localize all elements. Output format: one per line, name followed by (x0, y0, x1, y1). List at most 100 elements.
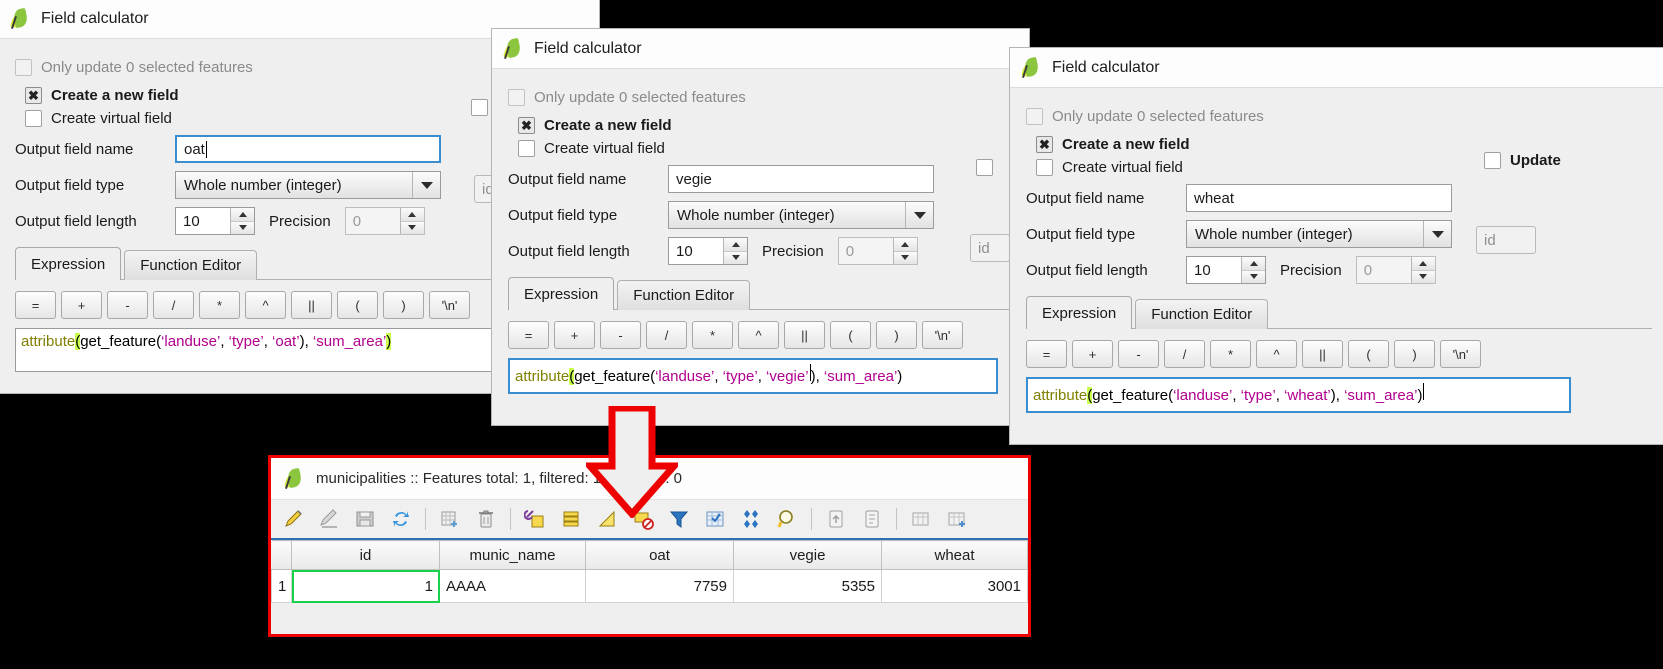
chevron-down-icon[interactable] (905, 202, 933, 228)
output-field-length-stepper[interactable]: 10 (668, 237, 748, 265)
stepper-down-icon[interactable] (231, 221, 254, 234)
output-field-length-stepper[interactable]: 10 (175, 207, 255, 235)
tab-function-editor[interactable]: Function Editor (124, 250, 258, 280)
existing-field-select[interactable]: id (1476, 226, 1536, 254)
operator-button-minus[interactable]: - (600, 321, 641, 349)
cell-oat[interactable]: 7759 (585, 569, 734, 603)
output-field-type-select[interactable]: Whole number (integer) (1186, 220, 1452, 248)
add-feature-icon[interactable] (434, 504, 466, 534)
operator-button-plus[interactable]: + (61, 291, 102, 319)
operator-button-divide[interactable]: / (1164, 340, 1205, 368)
tab-expression[interactable]: Expression (15, 247, 122, 280)
organize-columns-icon[interactable] (941, 504, 973, 534)
table-row[interactable]: 1 1 AAAA 7759 5355 3001 (271, 569, 1028, 603)
operator-button-open-paren[interactable]: ( (337, 291, 378, 319)
zoom-to-selection-icon[interactable] (771, 504, 803, 534)
move-selection-to-top-icon[interactable] (820, 504, 852, 534)
only-update-selected-row[interactable]: Only update 0 selected features (1026, 108, 1652, 125)
operator-button-minus[interactable]: - (1118, 340, 1159, 368)
operator-button-close-paren[interactable]: ) (876, 321, 917, 349)
field-calculator-dialog-wheat[interactable]: Field calculator Only update 0 selected … (1009, 47, 1663, 445)
delete-selected-icon[interactable] (470, 504, 502, 534)
stepper-up-icon[interactable] (724, 238, 747, 252)
create-virtual-field-checkbox[interactable] (25, 110, 42, 127)
operator-button-open-paren[interactable]: ( (1348, 340, 1389, 368)
operator-button-plus[interactable]: + (554, 321, 595, 349)
operator-button-newline[interactable]: '\n' (429, 291, 470, 319)
delete-field-column-icon[interactable] (905, 504, 937, 534)
precision-stepper[interactable]: 0 (1355, 256, 1436, 284)
cell-munic-name[interactable]: AAAA (439, 569, 586, 603)
operator-button-power[interactable]: ^ (738, 321, 779, 349)
output-field-type-select[interactable]: Whole number (integer) (668, 201, 934, 229)
stepper-up-icon[interactable] (893, 238, 917, 252)
select-all-icon[interactable] (699, 504, 731, 534)
field-calculator-dialog-vegie[interactable]: Field calculator Only update 0 selected … (491, 28, 1030, 426)
cell-vegie[interactable]: 5355 (733, 569, 882, 603)
stepper-buttons[interactable] (230, 208, 254, 234)
operator-button-eq[interactable]: = (15, 291, 56, 319)
invert-selection-icon[interactable] (735, 504, 767, 534)
output-field-type-select[interactable]: Whole number (integer) (175, 171, 441, 199)
operator-button-eq[interactable]: = (1026, 340, 1067, 368)
stepper-down-icon[interactable] (1242, 270, 1265, 283)
operator-button-eq[interactable]: = (508, 321, 549, 349)
output-field-name-input[interactable]: oat (175, 135, 441, 163)
operator-button-multiply[interactable]: * (692, 321, 733, 349)
new-field-icon[interactable] (856, 504, 888, 534)
tab-expression[interactable]: Expression (1026, 296, 1133, 329)
stepper-buttons[interactable] (892, 238, 917, 264)
column-header-munic-name[interactable]: munic_name (439, 540, 586, 570)
only-update-selected-row[interactable]: Only update 0 selected features (508, 89, 1013, 106)
create-new-field-row[interactable]: ✖ Create a new field (1036, 136, 1652, 153)
operator-button-divide[interactable]: / (646, 321, 687, 349)
operator-button-newline[interactable]: '\n' (1440, 340, 1481, 368)
create-virtual-field-checkbox[interactable] (1036, 159, 1053, 176)
operator-button-concat[interactable]: || (784, 321, 825, 349)
operator-button-power[interactable]: ^ (1256, 340, 1297, 368)
create-new-field-checkbox[interactable]: ✖ (1036, 136, 1053, 153)
stepper-up-icon[interactable] (400, 208, 424, 222)
toggle-editing-pencil-icon[interactable] (277, 504, 309, 534)
expression-editor[interactable]: attribute(get_feature(‘landuse’, ‘type’,… (508, 358, 998, 394)
chevron-down-icon[interactable] (1423, 221, 1451, 247)
reload-table-icon[interactable] (385, 504, 417, 534)
operator-button-multiply[interactable]: * (1210, 340, 1251, 368)
existing-field-select[interactable]: id (970, 234, 1010, 262)
output-field-name-input[interactable]: vegie (668, 165, 934, 193)
update-existing-field-checkbox[interactable] (976, 159, 993, 176)
stepper-buttons[interactable] (1410, 257, 1435, 283)
chevron-down-icon[interactable] (412, 172, 440, 198)
attribute-table[interactable]: id munic_name oat vegie wheat 1 1 AAAA 7… (271, 540, 1028, 603)
stepper-down-icon[interactable] (1411, 270, 1435, 283)
create-new-field-checkbox[interactable]: ✖ (25, 87, 42, 104)
create-virtual-field-row[interactable]: Create virtual field (518, 140, 1013, 157)
operator-button-open-paren[interactable]: ( (830, 321, 871, 349)
output-field-length-stepper[interactable]: 10 (1186, 256, 1266, 284)
operator-button-concat[interactable]: || (1302, 340, 1343, 368)
save-layer-edits-icon[interactable] (349, 504, 381, 534)
operator-button-divide[interactable]: / (153, 291, 194, 319)
column-header-wheat[interactable]: wheat (881, 540, 1028, 570)
cut-features-icon[interactable] (519, 504, 551, 534)
tab-function-editor[interactable]: Function Editor (1135, 299, 1269, 329)
stepper-up-icon[interactable] (1242, 257, 1265, 271)
operator-button-newline[interactable]: '\n' (922, 321, 963, 349)
stepper-buttons[interactable] (1241, 257, 1265, 283)
stepper-up-icon[interactable] (1411, 257, 1435, 271)
save-edits-icon[interactable] (313, 504, 345, 534)
expression-editor[interactable]: attribute(get_feature(‘landuse’, ‘type’,… (1026, 377, 1571, 413)
stepper-down-icon[interactable] (724, 251, 747, 264)
operator-button-power[interactable]: ^ (245, 291, 286, 319)
create-virtual-field-checkbox[interactable] (518, 140, 535, 157)
operator-button-concat[interactable]: || (291, 291, 332, 319)
stepper-buttons[interactable] (399, 208, 424, 234)
operator-button-multiply[interactable]: * (199, 291, 240, 319)
update-existing-field-checkbox[interactable] (471, 99, 488, 116)
cell-id[interactable]: 1 (291, 569, 440, 603)
column-header-oat[interactable]: oat (585, 540, 734, 570)
update-existing-field-row[interactable]: Update (1484, 152, 1561, 169)
operator-button-close-paren[interactable]: ) (383, 291, 424, 319)
operator-button-plus[interactable]: + (1072, 340, 1113, 368)
stepper-down-icon[interactable] (893, 251, 917, 264)
